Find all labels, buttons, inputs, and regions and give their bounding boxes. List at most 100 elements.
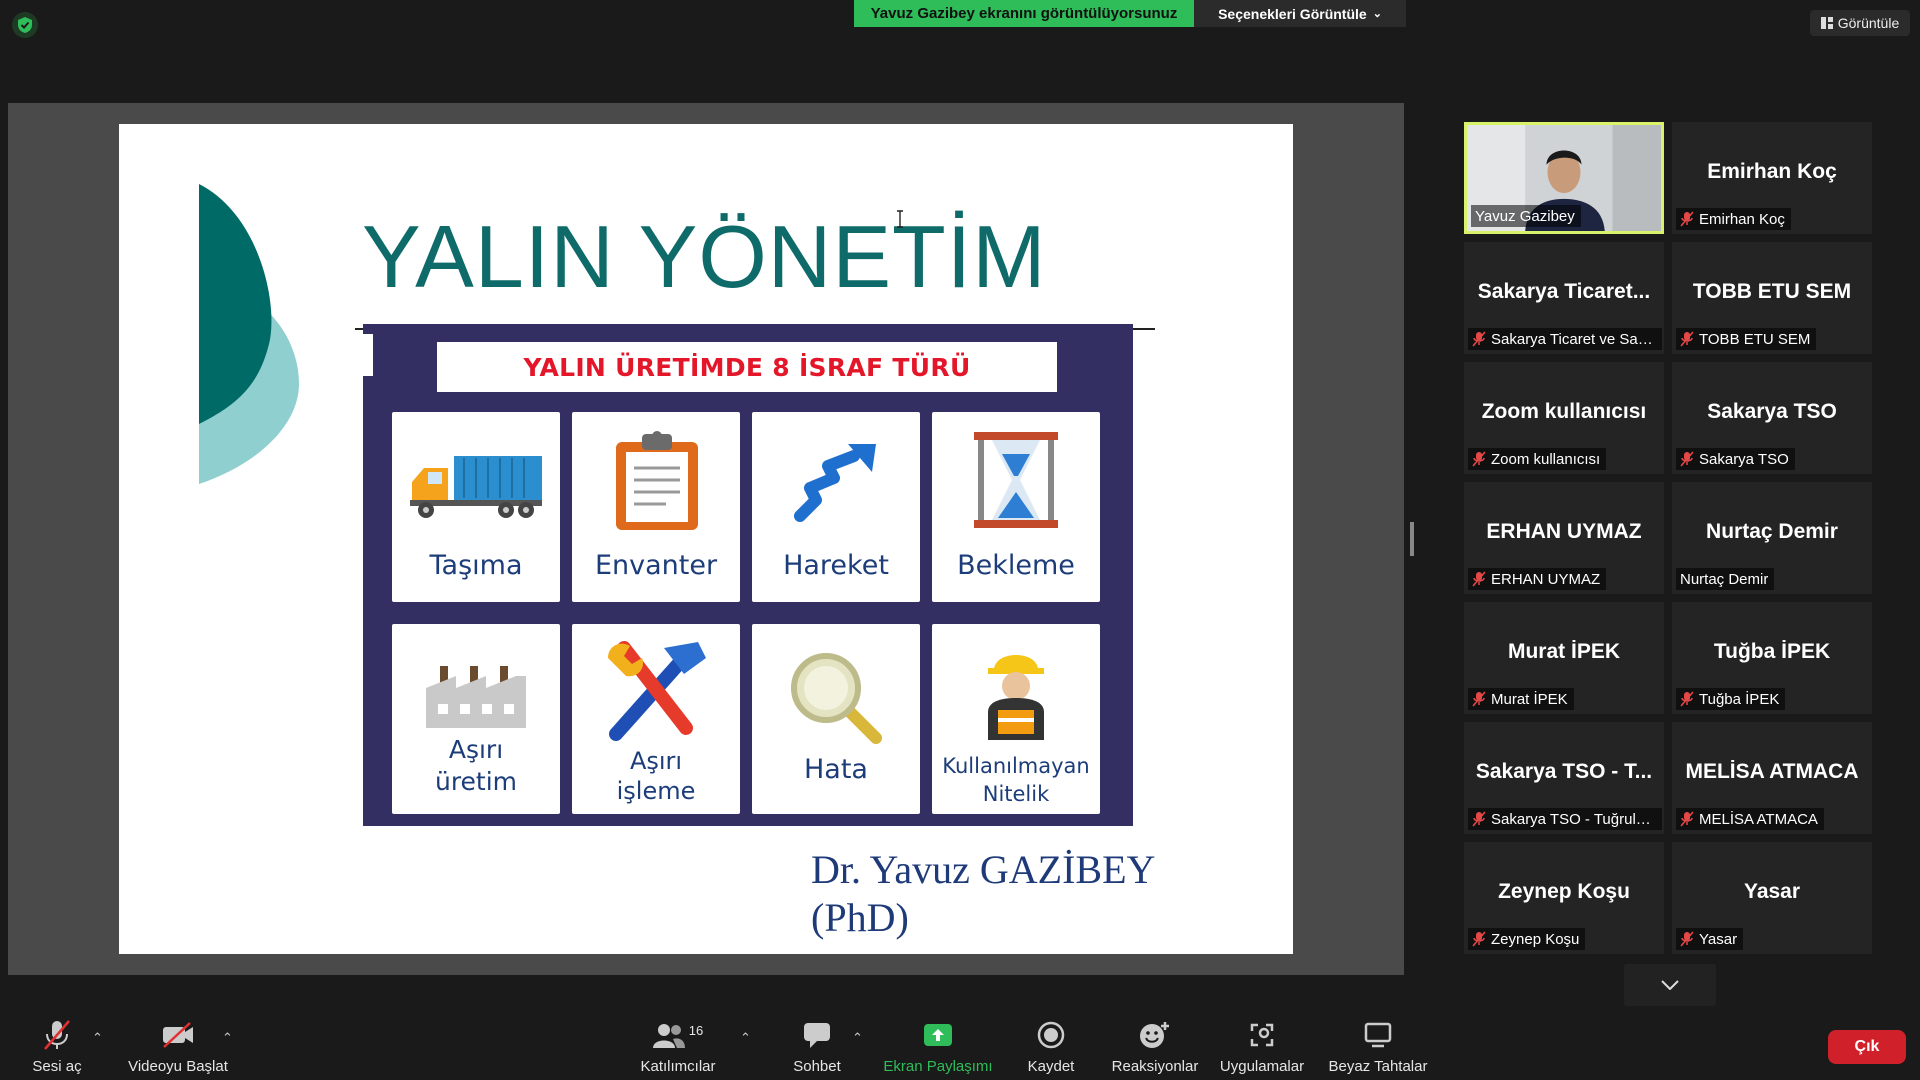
participant-tile[interactable]: Tuğba İPEK Tuğba İPEK	[1672, 602, 1872, 714]
participants-button[interactable]: 16 Katılımcılar	[636, 1018, 720, 1078]
participant-name: Zeynep Koşu	[1491, 930, 1580, 948]
share-screen-icon	[924, 1024, 952, 1046]
participant-tile[interactable]: Yavuz Gazibey	[1464, 122, 1664, 234]
chevron-down-icon: ⌄	[1372, 8, 1382, 20]
microphone-muted-icon	[1680, 811, 1694, 827]
leave-meeting-button[interactable]: Çık	[1828, 1030, 1906, 1064]
participant-name: MELİSA ATMACA	[1699, 810, 1818, 828]
whiteboards-button[interactable]: Beyaz Tahtalar	[1326, 1018, 1430, 1078]
screen-share-banner: Yavuz Gazibey ekranını görüntülüyorsunuz	[854, 0, 1194, 27]
participant-name-tag: Emirhan Koç	[1676, 208, 1791, 230]
view-options-dropdown[interactable]: Seçenekleri Görüntüle ⌄	[1194, 0, 1406, 27]
shared-screen-area[interactable]: YALIN YÖNETİM YALIN ÜRETİMDE 8 İSRAF TÜR…	[8, 103, 1404, 975]
panel-header-text: YALIN ÜRETİMDE 8 İSRAF TÜRÜ	[523, 352, 971, 382]
chat-options-caret[interactable]: ⌃	[852, 1030, 863, 1046]
card-unused-talent: Kullanılmayan Nitelik	[932, 624, 1100, 814]
participant-name: Zoom kullanıcısı	[1491, 450, 1601, 468]
tools-icon	[608, 641, 706, 741]
card-label: Aşırı işleme	[572, 746, 740, 806]
microphone-muted-icon	[1472, 451, 1486, 467]
participant-tile[interactable]: TOBB ETU SEM TOBB ETU SEM	[1672, 242, 1872, 354]
view-layout-label: Görüntüle	[1837, 15, 1900, 31]
participant-tile[interactable]: Emirhan Koç Emirhan Koç	[1672, 122, 1872, 234]
start-video-button[interactable]: Videoyu Başlat	[126, 1018, 230, 1078]
participant-display-name: Sakarya TSO - T...	[1475, 760, 1653, 783]
card-label: Bekleme	[957, 550, 1075, 581]
audio-options-caret[interactable]: ⌃	[92, 1030, 103, 1046]
record-label: Kaydet	[1027, 1058, 1075, 1075]
author-degree: (PhD)	[811, 895, 909, 940]
card-label-line1: Kullanılmayan	[942, 754, 1090, 778]
participant-tile[interactable]: Zeynep Koşu Zeynep Koşu	[1464, 842, 1664, 954]
record-icon	[1037, 1021, 1065, 1049]
participant-name: Sakarya TSO	[1699, 450, 1789, 468]
participant-display-name: Sakarya TSO	[1707, 400, 1837, 423]
participant-name-tag: MELİSA ATMACA	[1676, 808, 1824, 830]
participant-name: Sakarya TSO - Tuğrulh...	[1491, 810, 1656, 828]
author-name: Dr. Yavuz GAZİBEY	[811, 847, 1156, 892]
participant-name-tag: Yavuz Gazibey	[1471, 205, 1581, 227]
microphone-muted-icon	[1680, 331, 1694, 347]
participant-name: Tuğba İPEK	[1699, 690, 1780, 708]
participant-name: Nurtaç Demir	[1680, 570, 1769, 588]
gallery-scroll-down-button[interactable]	[1624, 964, 1716, 1006]
participant-display-name: TOBB ETU SEM	[1692, 280, 1852, 303]
record-button[interactable]: Kaydet	[1022, 1018, 1080, 1078]
decorative-leaf-shape	[199, 184, 299, 484]
participant-tile[interactable]: Sakarya TSO Sakarya TSO	[1672, 362, 1872, 474]
participant-name-tag: Zoom kullanıcısı	[1468, 448, 1607, 470]
card-motion: Hareket	[752, 412, 920, 602]
panel-notch	[363, 334, 373, 376]
microphone-muted-icon	[1680, 691, 1694, 707]
participant-tile[interactable]: ERHAN UYMAZ ERHAN UYMAZ	[1464, 482, 1664, 594]
card-waiting: Bekleme	[932, 412, 1100, 602]
reactions-label: Reaksiyonlar	[1111, 1058, 1199, 1075]
card-label-line1: Aşırı	[448, 735, 504, 764]
clipboard-icon	[616, 431, 698, 530]
factory-icon	[426, 666, 526, 728]
unmute-button[interactable]: Sesi aç	[24, 1018, 90, 1078]
microphone-muted-icon	[44, 1020, 70, 1050]
zoom-meeting-window: Yavuz Gazibey ekranını görüntülüyorsunuz…	[0, 0, 1920, 1080]
reactions-button[interactable]: Reaksiyonlar	[1108, 1018, 1202, 1078]
participant-display-name: ERHAN UYMAZ	[1486, 520, 1642, 543]
leave-label: Çık	[1854, 1038, 1880, 1055]
card-overprocessing: Aşırı işleme	[572, 624, 740, 814]
share-screen-label: Ekran Paylaşımı	[883, 1058, 993, 1075]
share-screen-button[interactable]: Ekran Paylaşımı	[880, 1018, 996, 1078]
participant-display-name: Emirhan Koç	[1707, 160, 1837, 183]
participant-display-name: Yasar	[1743, 880, 1801, 903]
participant-tile[interactable]: Zoom kullanıcısı Zoom kullanıcısı	[1464, 362, 1664, 474]
participant-name: Murat İPEK	[1491, 690, 1568, 708]
card-label-line1: Aşırı	[629, 747, 683, 775]
participants-options-caret[interactable]: ⌃	[740, 1030, 751, 1046]
participant-name-tag: ERHAN UYMAZ	[1468, 568, 1607, 590]
participant-display-name: Tuğba İPEK	[1713, 640, 1831, 663]
view-layout-button[interactable]: Görüntüle	[1810, 10, 1910, 36]
video-options-caret[interactable]: ⌃	[222, 1030, 233, 1046]
apps-button[interactable]: Uygulamalar	[1216, 1018, 1308, 1078]
hourglass-icon	[974, 432, 1058, 528]
participant-name-tag: Sakarya TSO	[1676, 448, 1795, 470]
participant-tile[interactable]: Yasar Yasar	[1672, 842, 1872, 954]
participant-tile[interactable]: Sakarya Ticaret... Sakarya Ticaret ve San…	[1464, 242, 1664, 354]
participant-name-tag: Sakarya TSO - Tuğrulh...	[1468, 808, 1662, 830]
card-defect: Hata	[752, 624, 920, 814]
whiteboards-label: Beyaz Tahtalar	[1328, 1058, 1428, 1075]
participant-tile[interactable]: Murat İPEK Murat İPEK	[1464, 602, 1664, 714]
participant-tile[interactable]: Sakarya TSO - T... Sakarya TSO - Tuğrulh.…	[1464, 722, 1664, 834]
truck-icon	[410, 456, 542, 518]
card-label: Taşıma	[429, 550, 523, 581]
participant-tile[interactable]: MELİSA ATMACA MELİSA ATMACA	[1672, 722, 1872, 834]
card-label-line2: üretim	[434, 767, 518, 796]
participant-tile[interactable]: Nurtaç Demir Nurtaç Demir	[1672, 482, 1872, 594]
security-shield-icon[interactable]	[12, 12, 38, 38]
view-options-label: Seçenekleri Görüntüle	[1218, 5, 1367, 22]
microphone-muted-icon	[1680, 451, 1694, 467]
panel-header: YALIN ÜRETİMDE 8 İSRAF TÜRÜ	[437, 342, 1057, 392]
card-inventory: Envanter	[572, 412, 740, 602]
resize-handle[interactable]	[1410, 522, 1414, 556]
participant-name-tag: Zeynep Koşu	[1468, 928, 1586, 950]
chat-button[interactable]: Sohbet	[790, 1018, 844, 1078]
chat-bubble-icon	[804, 1023, 830, 1048]
